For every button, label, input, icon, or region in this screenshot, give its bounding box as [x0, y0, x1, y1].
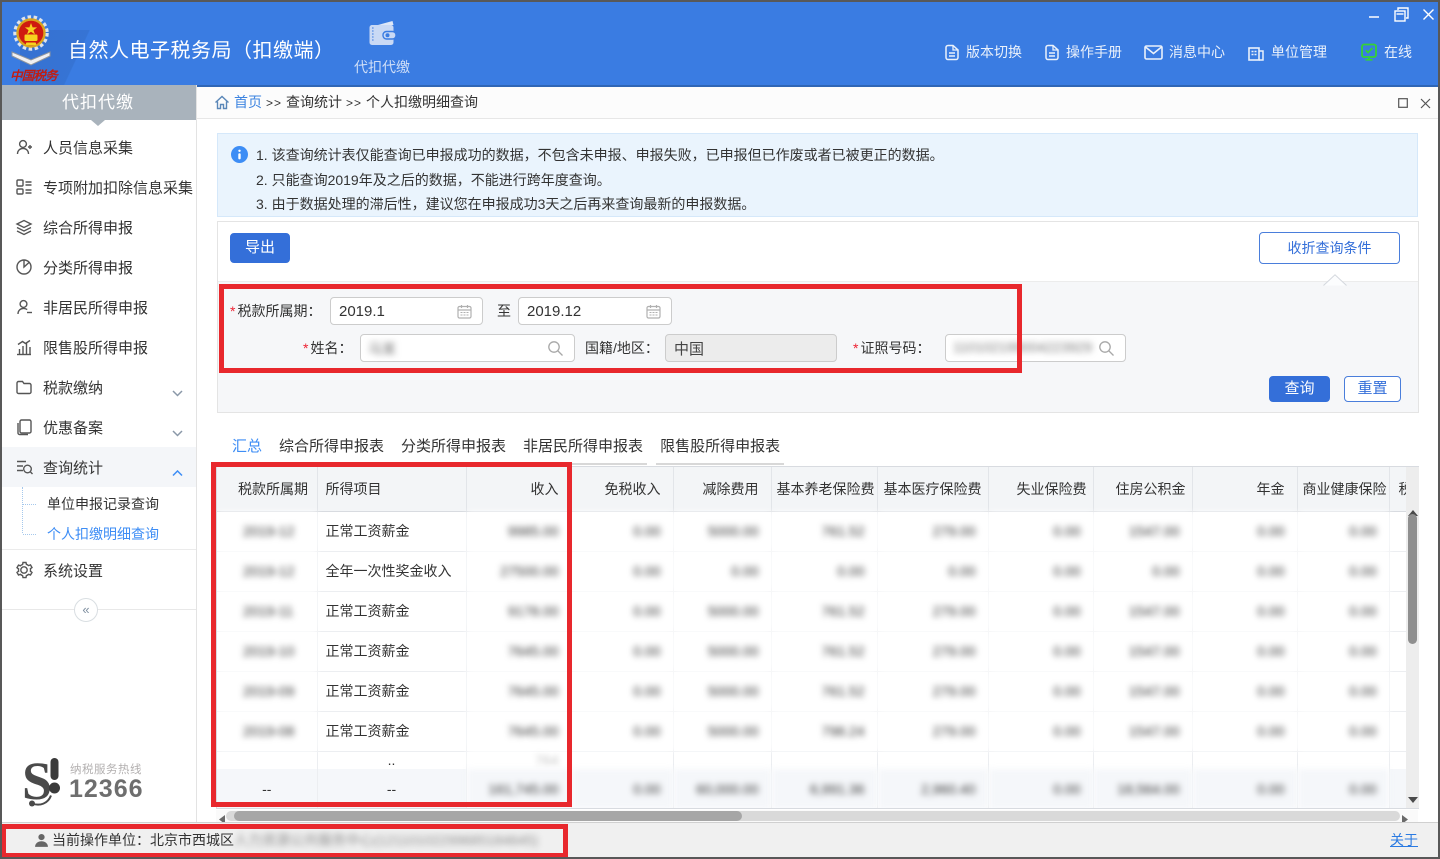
- svg-text:纳税服务热线: 纳税服务热线: [70, 762, 142, 776]
- svg-text:中国税务: 中国税务: [10, 69, 60, 83]
- svg-text:12366: 12366: [69, 775, 144, 803]
